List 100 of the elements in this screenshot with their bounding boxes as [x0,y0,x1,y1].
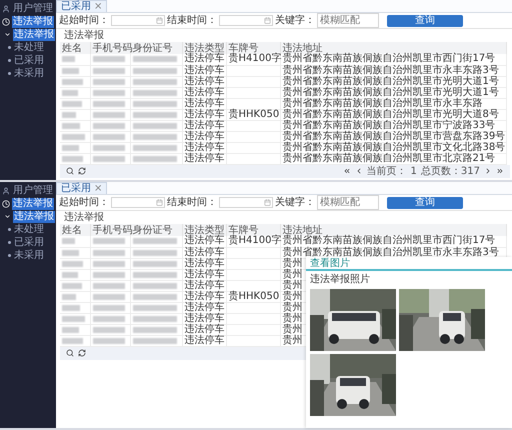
first-page-icon[interactable] [342,167,351,175]
date-field[interactable] [111,197,165,208]
table-cell: 贵州 [282,312,302,324]
blurred-text [132,338,178,344]
blurred-text [132,260,178,266]
calendar-icon [156,199,163,206]
column-header: 车牌号 [226,42,280,54]
blurred-text [62,112,76,118]
query-button[interactable]: 查询 [387,14,463,26]
refresh-icon[interactable] [78,167,86,175]
column-header: 违法类型 [182,224,226,236]
blurred-text [132,238,178,244]
table-cell: 贵州省黔东南苗族侗族自治州凯里市文化北路38号 [282,142,506,152]
bullet-icon [8,254,11,257]
table-cell: 违法停车 [184,280,224,290]
blurred-text [132,56,178,62]
calendar-icon [264,199,271,206]
blurred-text [92,304,125,310]
tab[interactable]: 已采用 × [56,0,108,12]
table-cell: 贵州省黔东南苗族侗族自治州凯里市永丰东路 [282,98,482,108]
menu-item[interactable]: 违法举报 [13,28,55,40]
table-cell: 贵州省黔东南苗族侗族自治州凯里市西门街17号 [282,235,496,246]
menu-item[interactable]: 用户管理 [12,2,54,14]
bullet-icon [8,59,11,62]
search-icon[interactable] [66,167,74,175]
table-cell: 违法停车 [184,86,224,98]
blurred-text [92,156,125,162]
search-icon[interactable] [66,349,74,357]
table-cell: 违法停车 [184,53,224,64]
refresh-icon[interactable] [78,349,86,357]
date-field[interactable] [111,15,165,26]
section-title: 违法举报 [63,29,105,42]
date-field[interactable] [219,197,273,208]
blurred-text [62,156,84,162]
popup-caption: 违法举报照片 [309,272,371,287]
table-cell: 违法停车 [184,120,224,130]
menu-item[interactable]: 未处理 [13,224,45,236]
blurred-text [132,90,178,96]
blurred-text [132,144,178,150]
menu-item[interactable]: 已采用 [13,54,45,66]
keyword-field[interactable]: 模糊匹配 [317,195,379,210]
next-page-icon[interactable] [484,167,492,175]
blurred-text [92,100,125,106]
blurred-text [62,122,80,128]
query-button[interactable]: 查询 [387,196,463,208]
menu-item[interactable]: 违法举报 [12,16,54,28]
blurred-text [132,250,178,256]
blurred-text [62,260,84,266]
menu-item[interactable]: 已采用 [13,236,45,248]
menu-item[interactable]: 违法举报 [13,210,55,222]
column-header: 手机号码 [90,224,130,236]
blurred-text [92,90,125,96]
last-page-icon[interactable] [496,167,504,175]
blurred-text [92,134,125,140]
blurred-text [62,272,78,278]
table-cell: 贵州 [282,290,302,302]
table-cell: 贵州省黔东南苗族侗族自治州凯里市永丰东路3号 [282,246,499,258]
calendar-icon [156,17,163,24]
table-cell: 违法停车 [184,246,224,258]
column-header: 违法类型 [182,42,226,54]
menu-item[interactable]: 未采用 [13,68,45,80]
column-header: 手机号码 [90,42,130,54]
table-cell: 贵州省黔东南苗族侗族自治州凯里市光明大道1号 [282,76,499,86]
bullet-icon [8,228,11,231]
table-cell: 贵H4100字 [228,235,282,246]
field-label: 结束时间： [167,197,217,208]
menu-item[interactable]: 未采用 [13,250,45,262]
table-cell: 违法停车 [184,312,224,324]
table-cell: 贵州省黔东南苗族侗族自治州凯里市光明大道1号 [282,86,499,98]
clock-icon [2,18,10,26]
menu-item[interactable]: 违法举报 [12,198,54,210]
tab[interactable]: 已采用 × [56,182,108,194]
blurred-text [62,68,80,74]
table-cell: 贵州 [282,334,302,346]
close-icon[interactable]: × [94,1,102,12]
close-icon[interactable]: × [94,183,102,194]
blurred-text [92,144,125,150]
user-icon [2,4,10,12]
menu-item[interactable]: 用户管理 [12,184,54,196]
bullet-icon [8,46,11,49]
popup-title: 查看图片 [306,257,512,271]
blurred-text [92,294,125,300]
menu-item[interactable]: 未处理 [13,42,45,54]
blurred-text [92,272,125,278]
blurred-text [132,272,178,278]
blurred-text [132,78,178,84]
caret-icon [4,31,11,38]
blurred-text [132,294,178,300]
field-label: 起始时间： [59,197,109,208]
blurred-text [92,112,125,118]
table-cell: 贵州省黔东南苗族侗族自治州凯里市宁波路33号 [282,120,496,130]
user-icon [2,186,10,194]
table-cell: 违法停车 [184,324,224,334]
pager-label: 当前页： [366,166,407,176]
blurred-text [92,260,125,266]
blurred-text [62,294,76,300]
keyword-field[interactable]: 模糊匹配 [317,13,379,28]
date-field[interactable] [219,15,273,26]
table-cell: 违法停车 [184,290,224,302]
blurred-text [92,68,125,74]
